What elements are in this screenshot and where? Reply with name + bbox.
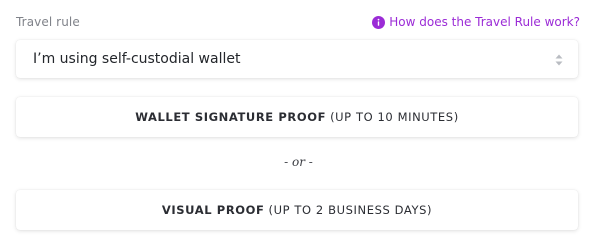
travel-rule-form: Travel rule How does the Travel Rule wor… <box>0 0 597 247</box>
travel-rule-help-link[interactable]: How does the Travel Rule work? <box>372 15 580 29</box>
wallet-signature-proof-button[interactable]: WALLET SIGNATURE PROOF (UP TO 10 MINUTES… <box>16 97 578 137</box>
or-separator: - or - <box>284 155 313 169</box>
help-link-text: How does the Travel Rule work? <box>389 15 580 29</box>
wallet-type-select[interactable]: I’m using self-custodial wallet <box>16 40 578 78</box>
info-icon <box>372 15 386 29</box>
wallet-signature-proof-detail: (UP TO 10 MINUTES) <box>330 110 459 124</box>
travel-rule-header: Travel rule How does the Travel Rule wor… <box>16 13 580 31</box>
wallet-signature-proof-title: WALLET SIGNATURE PROOF <box>135 110 327 124</box>
wallet-type-value: I’m using self-custodial wallet <box>33 51 241 67</box>
visual-proof-title: VISUAL PROOF <box>161 203 265 217</box>
chevron-up-down-icon <box>554 52 564 66</box>
visual-proof-detail: (UP TO 2 BUSINESS DAYS) <box>268 203 433 217</box>
visual-proof-button[interactable]: VISUAL PROOF (UP TO 2 BUSINESS DAYS) <box>16 190 578 230</box>
travel-rule-label: Travel rule <box>16 15 80 29</box>
